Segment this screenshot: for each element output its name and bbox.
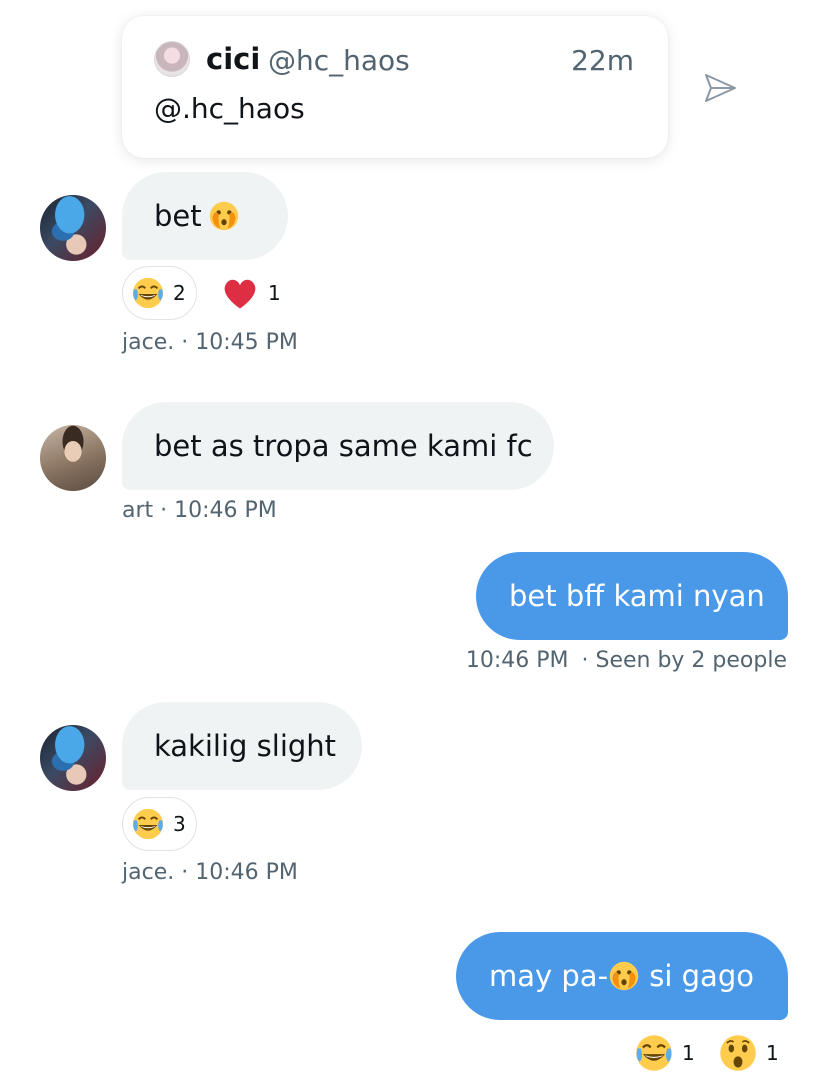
tears-of-joy-emoji (131, 276, 165, 310)
red-heart-emoji (224, 279, 256, 309)
avatar (154, 41, 190, 77)
tweet-time: 22m (571, 44, 634, 77)
message-meta: jace. · 10:45 PM (122, 330, 298, 355)
message-text: kakilig slight (154, 729, 337, 763)
astonished-face-emoji (719, 1034, 757, 1072)
tears-of-joy-emoji (131, 807, 165, 841)
message-text: bet as tropa same kami fc (154, 429, 533, 463)
message-bubble[interactable]: bet as tropa same kami fc (122, 402, 554, 490)
message-meta: art · 10:46 PM (122, 498, 277, 523)
tears-of-joy-emoji (635, 1034, 673, 1072)
message-meta: 10:46 PM · Seen by 2 people (466, 648, 787, 673)
reaction-laugh[interactable]: 3 (122, 797, 197, 851)
reaction-count: 2 (173, 281, 186, 305)
message-text: bet (154, 199, 202, 233)
message-text: bet bff kami nyan (509, 579, 765, 613)
reaction-count: 3 (173, 812, 186, 836)
reaction-count: 1 (682, 1041, 695, 1065)
message-text: si gago (640, 959, 754, 993)
avatar-jace[interactable] (40, 725, 106, 791)
message-bubble[interactable]: bet (122, 172, 288, 260)
avatar-art[interactable] (40, 425, 106, 491)
author-handle: @hc_haos (268, 44, 410, 77)
reaction-count: 1 (766, 1041, 779, 1065)
seen-status: · Seen by 2 people (581, 648, 788, 673)
quoted-tweet-card[interactable]: cici @hc_haos 22m @.hc_haos (122, 16, 668, 158)
author-name: cici (206, 42, 261, 76)
reaction-heart[interactable]: 1 (220, 266, 281, 320)
tweet-text: @.hc_haos (154, 92, 305, 125)
send-icon[interactable] (700, 68, 740, 108)
message-bubble[interactable]: bet bff kami nyan (476, 552, 788, 640)
avatar-jace[interactable] (40, 195, 106, 261)
message-bubble[interactable]: kakilig slight (122, 702, 362, 790)
message-bubble[interactable]: may pa- si gago (456, 932, 788, 1020)
face-with-open-eyes-and-hand-over-mouth-emoji (609, 961, 639, 991)
message-text: may pa- (489, 959, 609, 993)
reaction-laugh[interactable]: 2 (122, 266, 197, 320)
face-with-open-eyes-and-hand-over-mouth-emoji (209, 201, 238, 231)
message-time: 10:46 PM (465, 648, 569, 673)
message-meta: jace. · 10:46 PM (122, 860, 298, 885)
reaction-count: 1 (268, 281, 281, 305)
